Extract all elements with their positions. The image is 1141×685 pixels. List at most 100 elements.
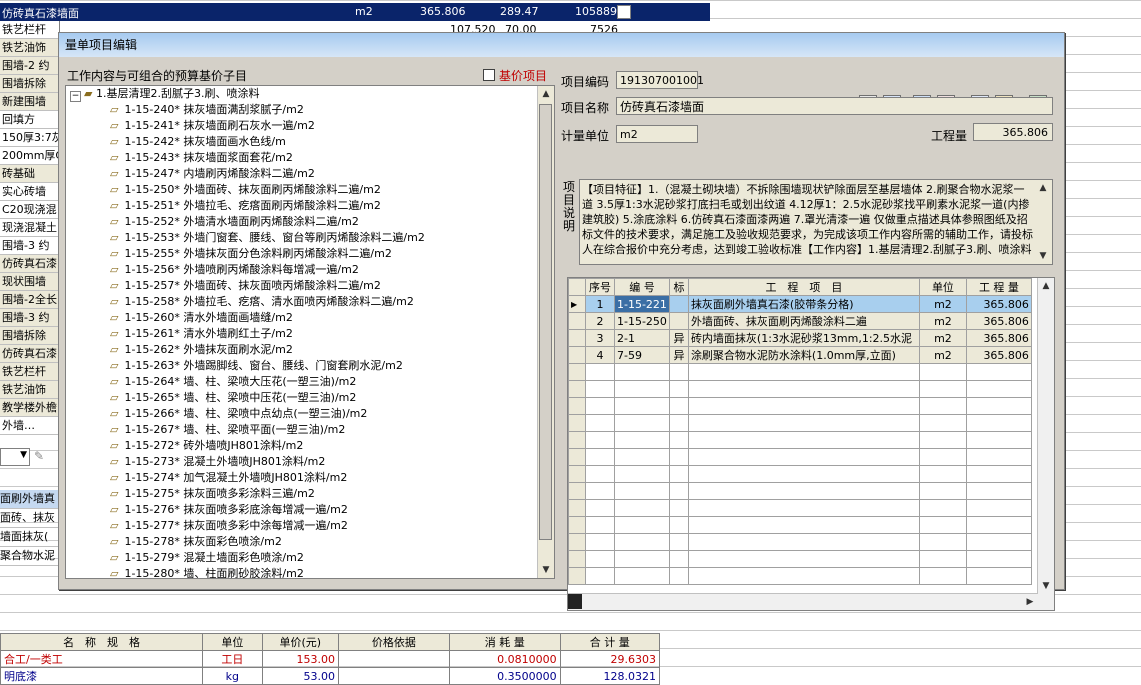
filter-clear-icon[interactable]: ✎ [34, 449, 44, 463]
grid-scrollbar[interactable]: ▲ ▼ [1037, 278, 1054, 610]
list-item[interactable]: 仿砖真石漆 [0, 345, 60, 363]
grid-row[interactable]: 4 7-59 异涂刷聚合物水泥防水涂料(1.0mm厚,立面) m2 365.806 [568, 346, 1032, 364]
tree-item[interactable]: ▱ 1-15-267* 墙、柱、梁喷平面(一塑三油)/m2 [66, 422, 554, 438]
list-item[interactable]: 围墙-2全长 [0, 291, 60, 309]
tree-item[interactable]: ▱ 1-15-278* 抹灰面彩色喷涂/m2 [66, 534, 554, 550]
scroll-up-icon[interactable]: ▲ [1038, 278, 1054, 294]
list-item[interactable]: 200mm厚C20 [0, 147, 60, 165]
dialog-titlebar[interactable]: 量单项目编辑 [59, 33, 1064, 57]
list-item[interactable]: 围墙拆除 [0, 327, 60, 345]
list-item[interactable]: 实心砖墙 [0, 183, 60, 201]
tree-item[interactable]: ▱ 1-15-252* 外墙清水墙面刷丙烯酸涂料二遍/m2 [66, 214, 554, 230]
tree-item[interactable]: ▱ 1-15-264* 墙、柱、梁喷大压花(一塑三油)/m2 [66, 374, 554, 390]
filter-combo[interactable]: ▼ [0, 448, 30, 466]
scroll-left-icon[interactable] [568, 594, 582, 609]
tree-root[interactable]: − ▰ 1.基层清理2.刮腻子3.刷、喷涂料 [66, 86, 554, 102]
list-item[interactable]: 面砖、抹灰 [0, 509, 60, 528]
list-item[interactable]: 围墙-3 约 [0, 309, 60, 327]
checkbox-box[interactable] [483, 69, 495, 81]
list-item[interactable]: 现状围墙 [0, 273, 60, 291]
grid-hscrollbar[interactable]: ▶ [568, 593, 1038, 610]
tree-item[interactable]: ▱ 1-15-265* 墙、柱、梁喷中压花(一塑三油)/m2 [66, 390, 554, 406]
list-item[interactable]: 教学楼外檐 [0, 399, 60, 417]
tree-item[interactable]: ▱ 1-15-279* 混凝土墙面彩色喷涂/m2 [66, 550, 554, 566]
list-item[interactable]: 砖基础 [0, 165, 60, 183]
scroll-up-icon[interactable]: ▲ [538, 86, 554, 102]
tree-item[interactable]: ▱ 1-15-266* 墙、柱、梁喷中点幼点(一塑三油)/m2 [66, 406, 554, 422]
grid-row[interactable]: 3 2-1 异砖内墙面抹灰(1:3水泥砂浆13mm,1:2.5水泥 m2 365.806 [568, 329, 1032, 347]
tree-item[interactable]: ▱ 1-15-258* 外墙拉毛、疙瘩、清水面喷丙烯酸涂料二遍/m2 [66, 294, 554, 310]
tree-item[interactable]: ▱ 1-15-272* 砖外墙喷JH801涂料/m2 [66, 438, 554, 454]
tree-item[interactable]: ▱ 1-15-255* 外墙抹灰面分色涂料刷丙烯酸涂料二遍/m2 [66, 246, 554, 262]
code-field[interactable]: 191307001001 [616, 71, 704, 89]
tree-item[interactable]: ▱ 1-15-275* 抹灰面喷多彩涂料三遍/m2 [66, 486, 554, 502]
tree-item[interactable]: ▱ 1-15-256* 外墙喷刷丙烯酸涂料每增减一遍/m2 [66, 262, 554, 278]
tree-item[interactable]: ▱ 1-15-276* 抹灰面喷多彩底涂每增减一遍/m2 [66, 502, 554, 518]
table-row[interactable]: 合工/一类工 工日 153.00 0.0810000 29.6303 [0, 650, 661, 668]
quota-item-icon: ▱ [110, 375, 119, 388]
tree-item[interactable]: ▱ 1-15-277* 抹灰面喷多彩中涂每增减一遍/m2 [66, 518, 554, 534]
cell: 365.806 [965, 312, 1032, 330]
grid-empty-row [568, 414, 1032, 432]
quota-grid[interactable]: 序号 编 号 标 工 程 项 目 单位 工 程 量 ▶ 1 1-15-221 抹灰面刷… [567, 277, 1055, 611]
tree-scrollbar[interactable]: ▲ ▼ [537, 86, 554, 578]
desc-scrollbar[interactable]: ▲ ▼ [1035, 180, 1051, 264]
collapse-toggle-icon[interactable]: − [70, 91, 81, 102]
list-item[interactable]: 铁艺油饰 [0, 39, 60, 57]
tree-item[interactable]: ▱ 1-15-280* 墙、柱面刷砂胶涂料/m2 [66, 566, 554, 578]
tree-item[interactable]: ▱ 1-15-274* 加气混凝土外墙喷JH801涂料/m2 [66, 470, 554, 486]
grid-row[interactable]: 2 1-15-250 外墙面砖、抹灰面刷丙烯酸涂料二遍 m2 365.806 [568, 312, 1032, 330]
tree-item[interactable]: ▱ 1-15-253* 外墙门窗套、腰线、窗台等刷丙烯酸涂料二遍/m2 [66, 230, 554, 246]
tree-item[interactable]: ▱ 1-15-263* 外墙踢脚线、窗台、腰线、门窗套刷水泥/m2 [66, 358, 554, 374]
tree-item[interactable]: ▱ 1-15-260* 清水外墙面画墙缝/m2 [66, 310, 554, 326]
tree-item[interactable]: ▱ 1-15-262* 外墙抹灰面刷水泥/m2 [66, 342, 554, 358]
list-item[interactable]: 新建围墙 [0, 93, 60, 111]
list-item[interactable]: 150厚3:7灰 [0, 129, 60, 147]
base-price-checkbox[interactable]: 基价项目 [483, 67, 547, 84]
table-row[interactable]: 明底漆 kg 53.00 0.3500000 128.0321 [0, 667, 661, 685]
list-item[interactable]: C20现浇混 [0, 201, 60, 219]
tree-item[interactable]: ▱ 1-15-247* 内墙刷丙烯酸涂料二遍/m2 [66, 166, 554, 182]
list-item[interactable]: 现浇混凝土 [0, 219, 60, 237]
list-item[interactable]: 面刷外墙真 [0, 490, 60, 509]
quota-item-icon: ▱ [110, 119, 119, 132]
selected-bill-row[interactable]: 仿砖真石漆墙面 m2 365.806 289.47 105889 [0, 3, 710, 21]
list-item[interactable]: 外墙… [0, 417, 60, 435]
tree-item[interactable]: ▱ 1-15-250* 外墙面砖、抹灰面刷丙烯酸涂料二遍/m2 [66, 182, 554, 198]
row-checkbox[interactable] [617, 5, 631, 19]
quota-item-icon: ▱ [110, 519, 119, 532]
tree-item[interactable]: ▱ 1-15-257* 外墙面砖、抹灰面喷丙烯酸涂料二遍/m2 [66, 278, 554, 294]
list-item[interactable]: 墙面抹灰( [0, 528, 60, 547]
description-text[interactable]: 【项目特征】1.（混凝土砌块墙）不拆除围墙现状铲除面层至基层墙体 2.刷聚合物水… [579, 179, 1053, 265]
scroll-down-icon[interactable]: ▼ [1035, 248, 1051, 264]
list-item[interactable]: 铁艺油饰 [0, 381, 60, 399]
quota-tree[interactable]: − ▰ 1.基层清理2.刮腻子3.刷、喷涂料 ▱ 1-15-240* 抹灰墙面满刮浆… [65, 85, 555, 579]
list-item[interactable]: 铁艺栏杆 [0, 363, 60, 381]
list-item[interactable]: 聚合物水泥 [0, 547, 60, 566]
tree-item[interactable]: ▱ 1-15-243* 抹灰墙面浆面套花/m2 [66, 150, 554, 166]
scroll-down-icon[interactable]: ▼ [1038, 578, 1054, 594]
scroll-down-icon[interactable]: ▼ [538, 562, 554, 578]
cell [585, 550, 615, 568]
tree-item[interactable]: ▱ 1-15-251* 外墙拉毛、疙瘩面刷丙烯酸涂料二遍/m2 [66, 198, 554, 214]
tree-item[interactable]: ▱ 1-15-241* 抹灰墙面刷石灰水一遍/m2 [66, 118, 554, 134]
scroll-up-icon[interactable]: ▲ [1035, 180, 1051, 196]
grid-row[interactable]: ▶ 1 1-15-221 抹灰面刷外墙真石漆(胶带条分格) m2 365.806 [568, 295, 1032, 313]
scroll-thumb[interactable] [539, 104, 552, 540]
list-item[interactable]: 围墙-3 约 [0, 237, 60, 255]
scroll-right-icon[interactable]: ▶ [1022, 594, 1038, 610]
list-item[interactable]: 仿砖真石漆 [0, 255, 60, 273]
tree-item[interactable]: ▱ 1-15-261* 清水外墙刷红土子/m2 [66, 326, 554, 342]
list-item[interactable]: 回填方 [0, 111, 60, 129]
cell [568, 397, 586, 415]
list-item[interactable]: 围墙拆除 [0, 75, 60, 93]
tree-item[interactable]: ▱ 1-15-273* 混凝土外墙喷JH801涂料/m2 [66, 454, 554, 470]
name-field[interactable]: 仿砖真石漆墙面 [616, 97, 1053, 115]
unit-field[interactable]: m2 [616, 125, 698, 143]
qty-field[interactable]: 365.806 [973, 123, 1053, 141]
tree-item[interactable]: ▱ 1-15-242* 抹灰墙面画水色线/m [66, 134, 554, 150]
list-item[interactable]: 铁艺栏杆 [0, 21, 60, 39]
tree-item[interactable]: ▱ 1-15-240* 抹灰墙面满刮浆腻子/m2 [66, 102, 554, 118]
list-item[interactable]: 围墙-2 约 [0, 57, 60, 75]
cell: 抹灰面刷外墙真石漆(胶带条分格) [687, 295, 920, 313]
